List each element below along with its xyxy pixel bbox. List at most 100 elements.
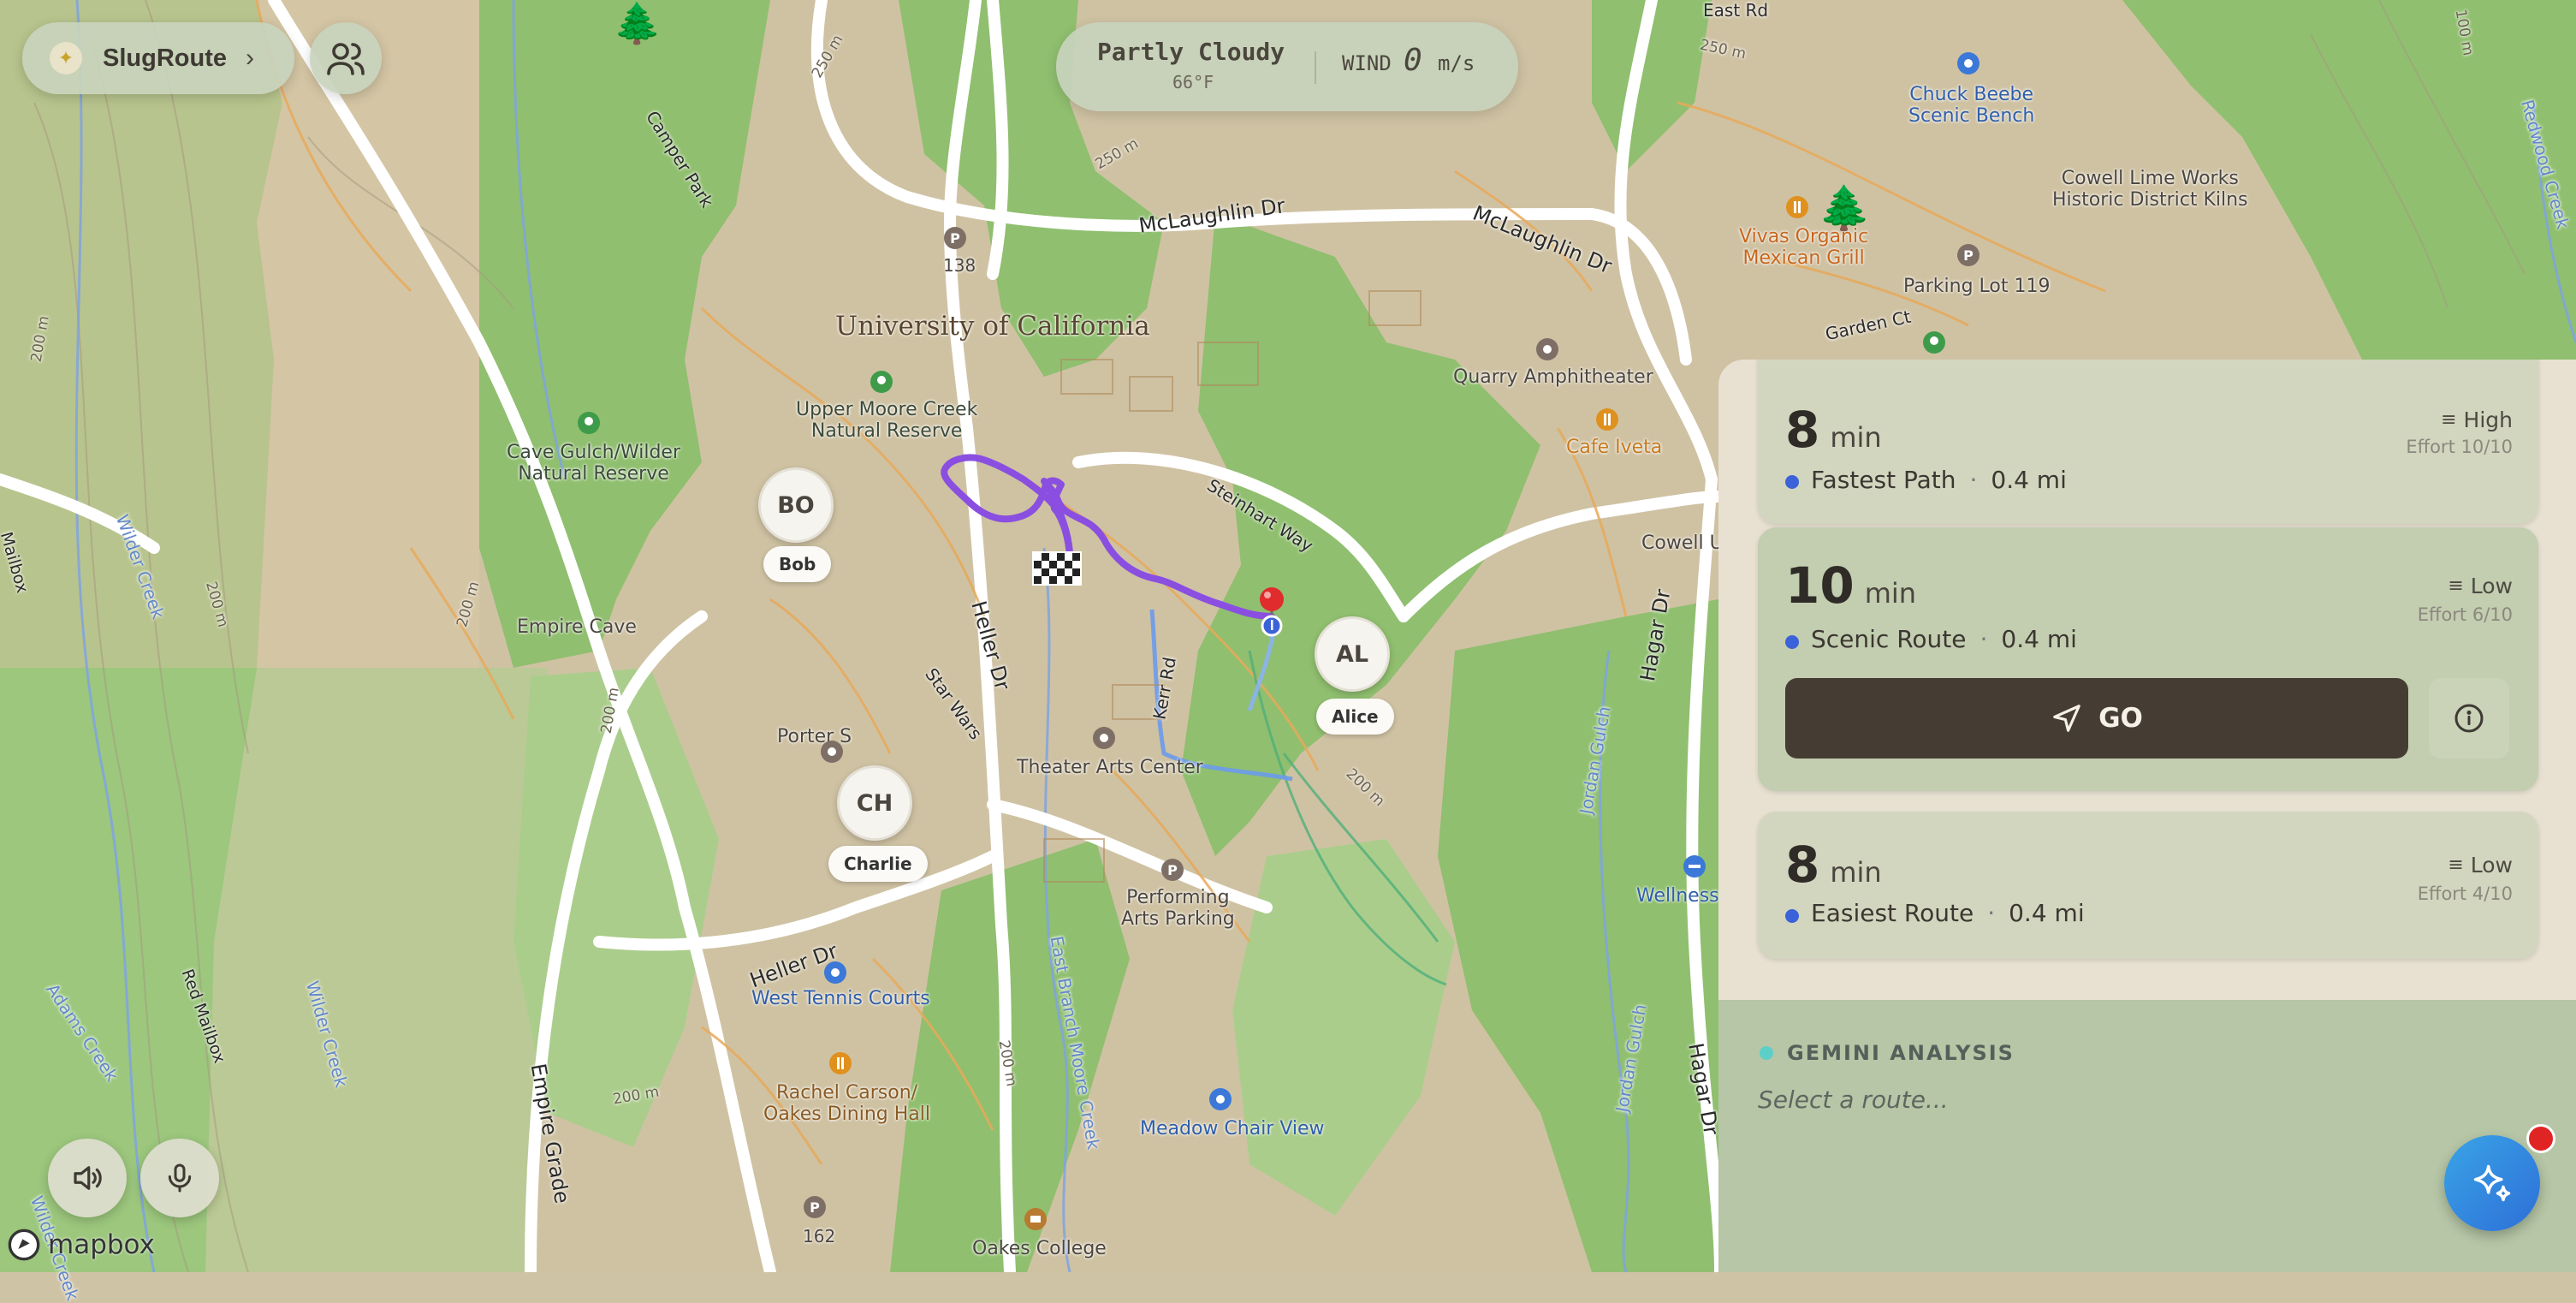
route-info-button[interactable] xyxy=(2429,678,2509,759)
map-label-university: University of California xyxy=(835,311,1150,342)
route-card-easiest[interactable]: 8 min Easiest Route · 0.4 mi ≡ Low Effort 4/… xyxy=(1758,812,2538,959)
people-icon xyxy=(327,43,365,75)
effort-level-text: Low xyxy=(2470,574,2513,598)
avatar-initials: CH xyxy=(856,789,893,817)
route-minutes: 8 xyxy=(1785,836,1820,894)
label-line: Mexican Grill xyxy=(1742,247,1865,269)
park-icon xyxy=(1923,331,1945,354)
sparkle-icon xyxy=(2473,1164,2511,1202)
route-name-line: Fastest Path · 0.4 mi xyxy=(1811,466,2067,494)
gemini-assistant-button[interactable] xyxy=(2444,1135,2540,1231)
map-label-cave-gulch: Cave Gulch/Wilder Natural Reserve xyxy=(507,442,680,485)
analysis-title: GEMINI ANALYSIS xyxy=(1787,1041,2015,1065)
label-line: Rachel Carson/ xyxy=(775,1082,918,1104)
route-name: Easiest Route xyxy=(1811,899,1974,927)
go-label: GO xyxy=(2098,703,2143,734)
microphone-icon xyxy=(168,1163,192,1193)
map-label-meadow: Meadow Chair View xyxy=(1140,1118,1325,1139)
effort-level-text: High xyxy=(2463,408,2513,432)
destination-pin-icon[interactable] xyxy=(1256,586,1287,637)
route-name-line: Easiest Route · 0.4 mi xyxy=(1811,899,2085,927)
map-label-cowell: Cowell U xyxy=(1641,533,1724,554)
route-card-scenic[interactable]: 10 min Scenic Route · 0.4 mi ≡ Low Effort 6/… xyxy=(1758,527,2538,791)
svg-text:P: P xyxy=(1167,862,1178,878)
college-icon xyxy=(1024,1208,1047,1230)
route-name: Fastest Path xyxy=(1811,466,1956,494)
microphone-button[interactable] xyxy=(140,1139,219,1217)
navigation-arrow-icon xyxy=(2053,705,2080,732)
route-name-line: Scenic Route · 0.4 mi xyxy=(1811,625,2077,653)
sound-button[interactable] xyxy=(48,1139,127,1217)
map-label-empire-cave: Empire Cave xyxy=(517,616,637,638)
label-line: Historic District Kilns xyxy=(2052,189,2248,211)
map-label-lot-162: 162 xyxy=(803,1226,836,1246)
finish-flag-icon xyxy=(1032,551,1082,586)
speaker-icon xyxy=(74,1166,102,1190)
route-color-dot xyxy=(1785,475,1799,489)
avatar-name-text: Alice xyxy=(1332,706,1379,727)
weather-divider xyxy=(1315,51,1316,84)
mapbox-text: mapbox xyxy=(48,1229,155,1260)
park-icon xyxy=(578,412,600,434)
map-label-chuck-beebe: Chuck Beebe Scenic Bench xyxy=(1908,84,2034,127)
wind-unit: m/s xyxy=(1438,51,1475,75)
effort-icon: ≡ xyxy=(2448,575,2464,597)
route-unit: min xyxy=(1830,856,1882,889)
friends-button[interactable] xyxy=(310,22,382,94)
friend-avatar-alice[interactable]: AL xyxy=(1315,616,1390,692)
effort-icon: ≡ xyxy=(2441,409,2457,431)
route-duration: 10 min xyxy=(1785,556,1916,615)
svg-text:P: P xyxy=(1963,247,1974,264)
map-label-rachel-carson: Rachel Carson/Oakes Dining Hall xyxy=(763,1082,930,1125)
label-line: Upper Moore Creek xyxy=(796,399,978,420)
effort-level: ≡ High xyxy=(2441,408,2513,432)
avatar-initials: BO xyxy=(777,491,815,519)
separator: · xyxy=(1969,466,1978,494)
wind-value: 0 xyxy=(1404,43,1422,78)
cafe-icon xyxy=(1596,408,1618,431)
map-label-cowell-lime: Cowell Lime Works Historic District Kilns xyxy=(2052,168,2248,211)
analysis-status-dot xyxy=(1760,1046,1773,1060)
app-menu-button[interactable]: ✦ SlugRoute › xyxy=(22,22,294,94)
map-label-upper-moore: Upper Moore Creek Natural Reserve xyxy=(796,399,977,442)
parking-icon: P xyxy=(1161,859,1184,881)
map-label-cafe: Cafe Iveta xyxy=(1566,437,1663,458)
friend-avatar-bob[interactable]: BO xyxy=(758,467,834,543)
map-label-performing-arts: Performing Arts Parking xyxy=(1121,887,1235,930)
theater-icon xyxy=(821,741,843,763)
route-distance: 0.4 mi xyxy=(1991,466,2067,494)
avatar-name-text: Bob xyxy=(779,554,816,574)
health-icon xyxy=(1683,855,1706,878)
dining-icon xyxy=(829,1052,852,1074)
chevron-right-icon: › xyxy=(246,44,254,72)
svg-text:P: P xyxy=(950,230,960,247)
label-line: Cave Gulch/Wilder xyxy=(507,442,680,463)
tree-icon: 🌲 xyxy=(1818,184,1872,232)
slug-logo-icon: ✦ xyxy=(50,42,82,74)
wind-label: WIND xyxy=(1342,51,1392,75)
route-duration: 8 min xyxy=(1785,401,1882,459)
route-distance: 0.4 mi xyxy=(2009,899,2085,927)
map-label-theater: Theater Arts Center xyxy=(1017,757,1203,778)
effort-score: Effort 6/10 xyxy=(2417,604,2513,625)
map-label-wellness: Wellness xyxy=(1636,885,1719,907)
go-button[interactable]: GO xyxy=(1785,678,2408,759)
route-minutes: 10 xyxy=(1785,556,1855,615)
map-label-parking-119: Parking Lot 119 xyxy=(1903,276,2051,297)
analysis-body: Select a route... xyxy=(1758,1086,1949,1114)
friend-name-alice: Alice xyxy=(1316,699,1394,735)
friend-name-charlie: Charlie xyxy=(828,846,928,882)
label-line: Chuck Beebe xyxy=(1909,84,2034,105)
mapbox-attribution[interactable]: mapbox xyxy=(7,1228,155,1262)
route-card-fastest[interactable]: 8 min Fastest Path · 0.4 mi ≡ High Effort 10… xyxy=(1758,360,2538,524)
label-line: Oakes Dining Hall xyxy=(763,1104,931,1125)
parking-icon: P xyxy=(1957,244,1979,266)
friend-name-bob: Bob xyxy=(763,546,832,582)
label-line: Cowell Lime Works xyxy=(2061,168,2239,189)
gemini-analysis-section: GEMINI ANALYSIS Select a route... xyxy=(1718,1000,2576,1272)
notification-badge xyxy=(2526,1124,2555,1153)
mapbox-logo-icon xyxy=(8,1229,40,1261)
friend-avatar-charlie[interactable]: CH xyxy=(837,765,912,841)
effort-level-text: Low xyxy=(2470,853,2513,878)
effort-icon: ≡ xyxy=(2448,854,2464,876)
